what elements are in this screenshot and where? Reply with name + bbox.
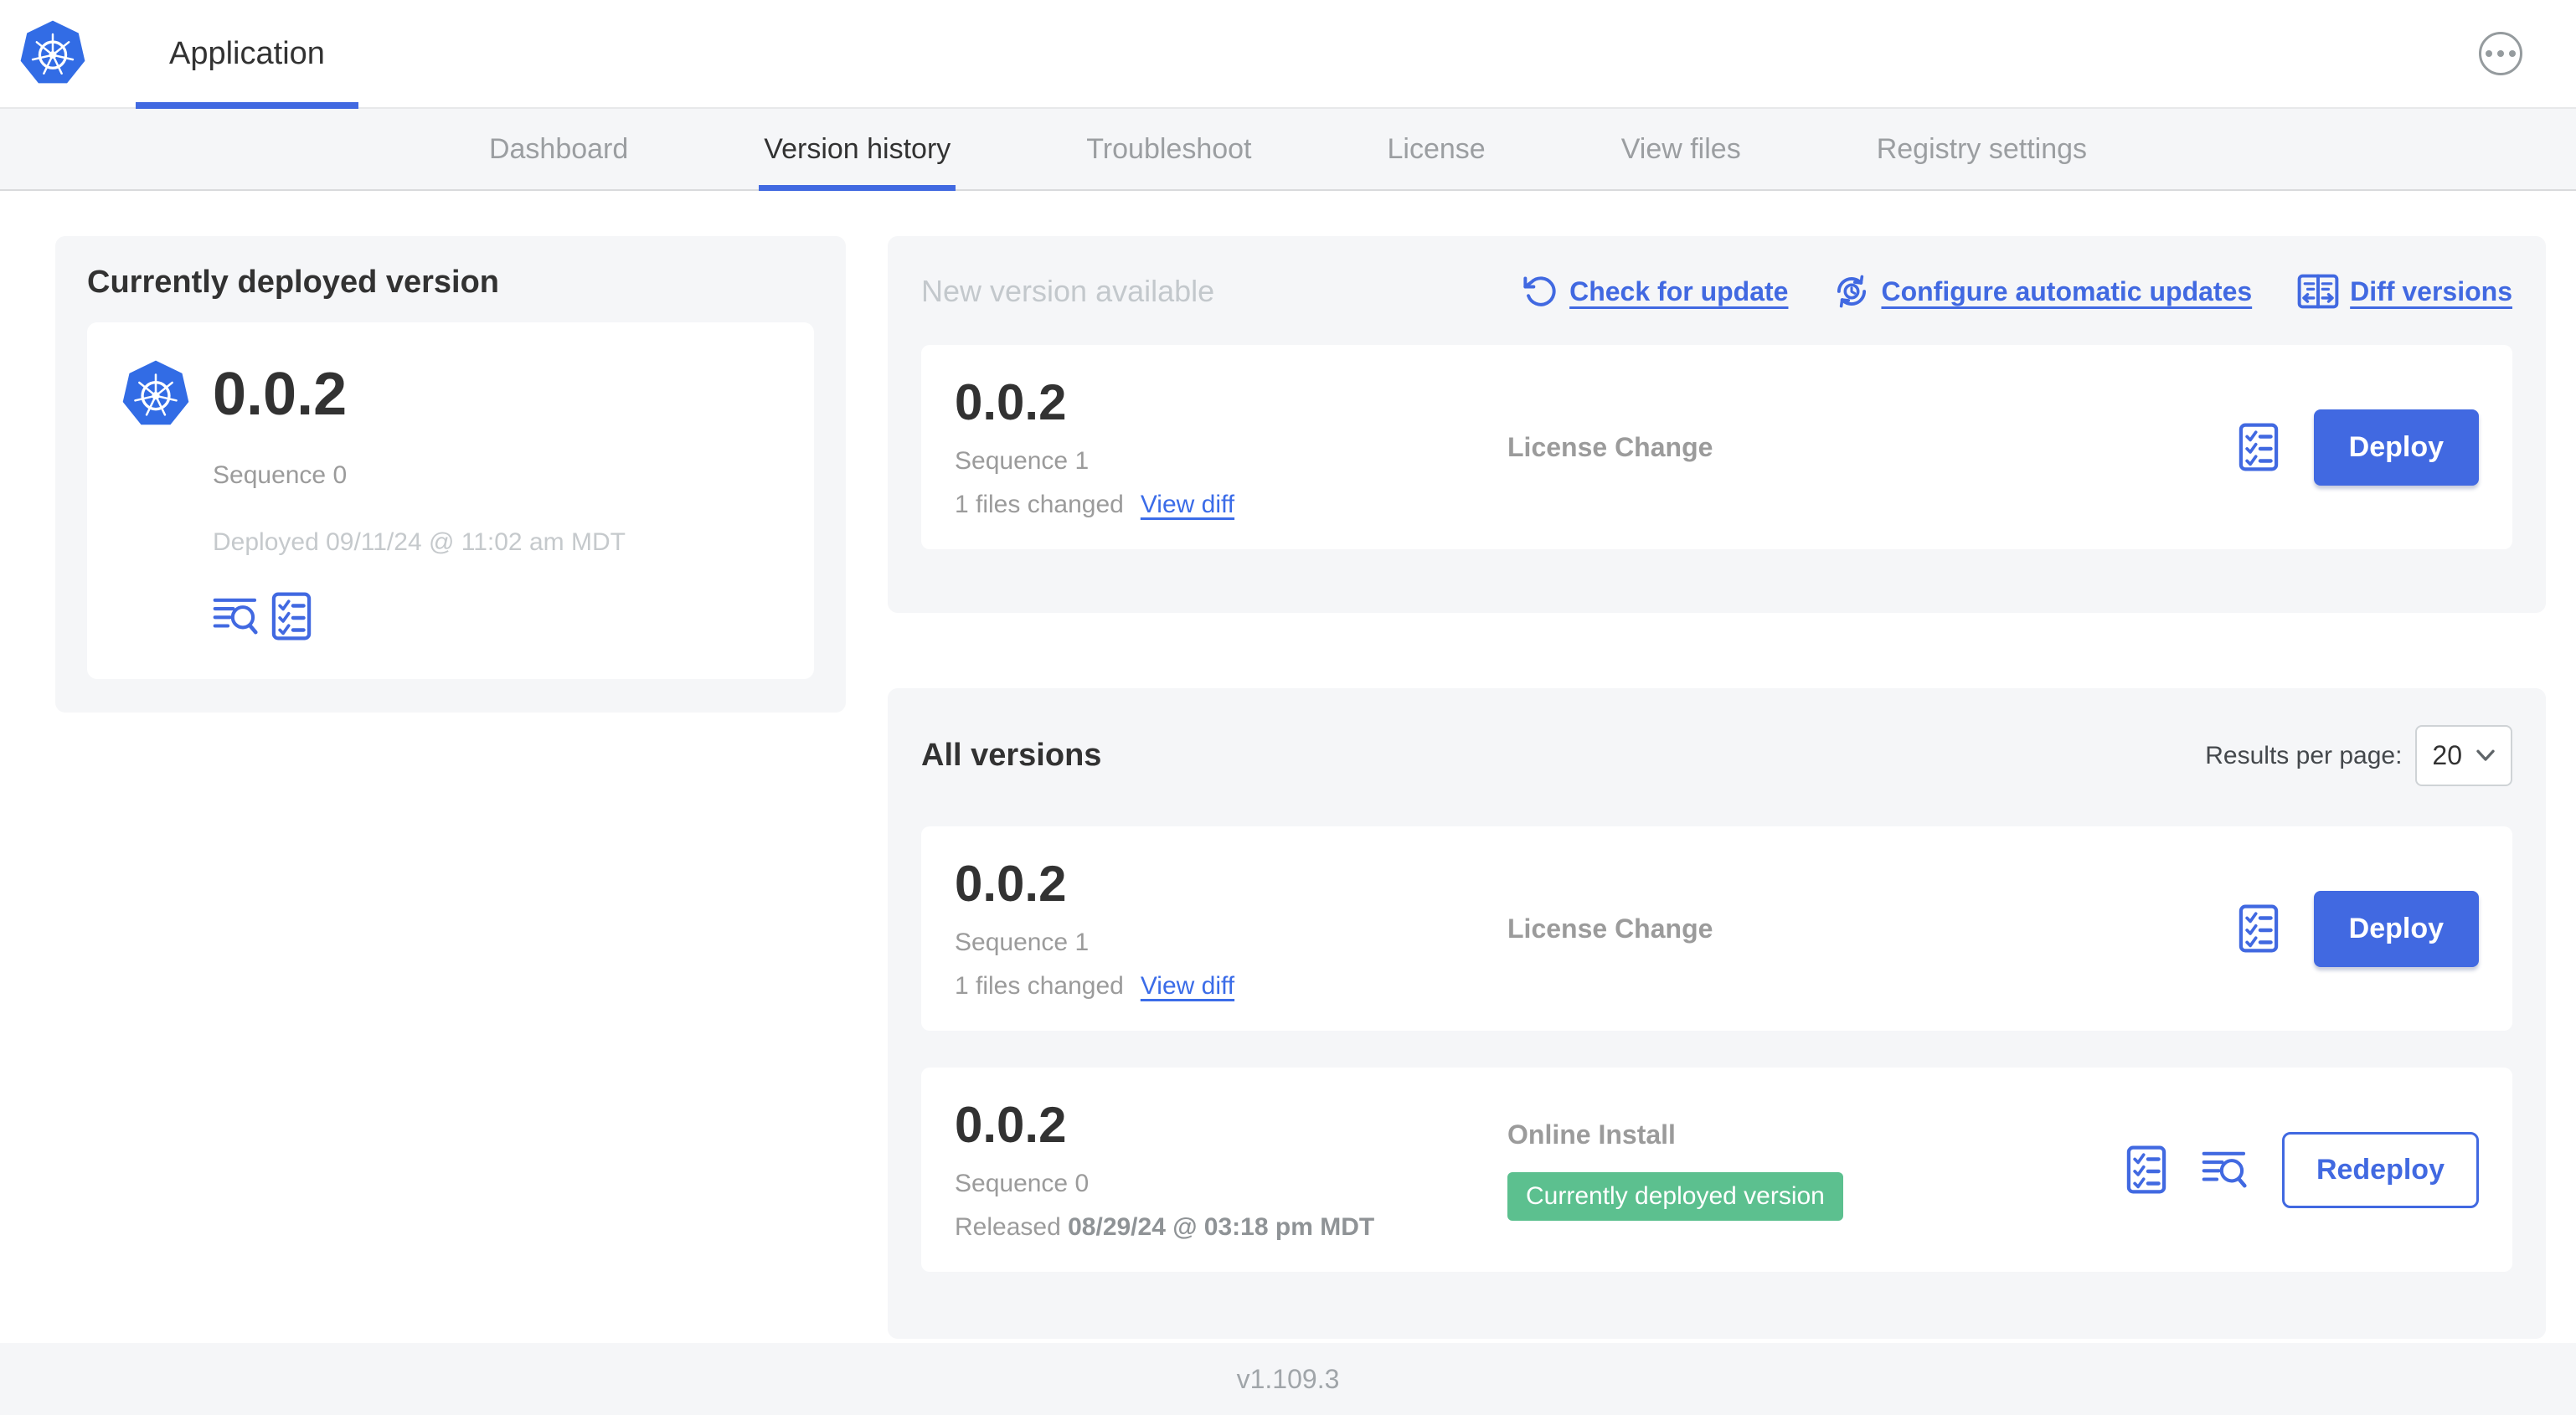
application-tab-label: Application — [169, 35, 325, 71]
view-diff-link[interactable]: View diff — [1141, 491, 1234, 519]
view-logs-button[interactable] — [213, 597, 258, 635]
all-versions-section: All versions Results per page: 20 0.0.2 … — [888, 688, 2546, 1339]
released-prefix: Released — [955, 1213, 1061, 1241]
ellipsis-icon — [2486, 50, 2516, 57]
version-number: 0.0.2 — [955, 856, 1067, 912]
preflight-checks-button[interactable] — [2239, 423, 2279, 471]
sequence-label: Sequence 0 — [955, 1170, 1090, 1197]
tab-dashboard[interactable]: Dashboard — [484, 109, 633, 189]
results-per-page-value: 20 — [2432, 740, 2462, 770]
new-version-row: 0.0.2 Sequence 1 1 files changed View di… — [921, 345, 2512, 549]
new-version-section: New version available Check for update C… — [888, 236, 2546, 613]
deploy-button[interactable]: Deploy — [2313, 409, 2479, 486]
version-source-label: License Change — [1507, 431, 1713, 462]
sequence-label: Sequence 1 — [955, 447, 1090, 475]
results-per-page-select[interactable]: 20 — [2415, 725, 2512, 786]
currently-deployed-badge: Currently deployed version — [1507, 1171, 1843, 1221]
version-row: 0.0.2 Sequence 1 1 files changed View di… — [921, 826, 2512, 1031]
currently-deployed-panel: Currently deployed version 0.0.2 Sequenc… — [55, 236, 846, 713]
currently-deployed-card: 0.0.2 Sequence 0 Deployed 09/11/24 @ 11:… — [87, 322, 814, 679]
logs-icon — [2202, 1150, 2247, 1189]
tab-application[interactable]: Application — [136, 0, 358, 109]
app-subnav: Dashboard Version history Troubleshoot L… — [0, 109, 2576, 191]
diff-versions-label: Diff versions — [2350, 275, 2512, 306]
all-versions-title: All versions — [921, 738, 1102, 773]
tab-version-history[interactable]: Version history — [759, 109, 956, 191]
diff-columns-icon — [2297, 273, 2339, 310]
released-date: 08/29/24 @ 03:18 pm MDT — [1068, 1213, 1375, 1241]
version-row: 0.0.2 Sequence 0 Released 08/29/24 @ 03:… — [921, 1068, 2512, 1272]
deployed-version-number: 0.0.2 — [213, 361, 348, 428]
view-diff-link[interactable]: View diff — [1141, 972, 1234, 1001]
view-logs-button[interactable] — [2202, 1150, 2247, 1189]
deployed-sequence-label: Sequence 0 — [213, 461, 348, 489]
configure-automatic-updates-label: Configure automatic updates — [1881, 275, 2253, 306]
checklist-icon — [2239, 904, 2279, 953]
tab-troubleshoot[interactable]: Troubleshoot — [1081, 109, 1256, 189]
redeploy-button[interactable]: Redeploy — [2281, 1131, 2479, 1208]
files-changed-label: 1 files changed — [955, 491, 1124, 518]
app-footer: v1.109.3 — [0, 1343, 2576, 1415]
configure-automatic-updates-link[interactable]: Configure automatic updates — [1833, 273, 2252, 310]
version-source-label: License Change — [1507, 913, 1713, 944]
checklist-icon — [2239, 423, 2279, 471]
deployed-timestamp: Deployed 09/11/24 @ 11:02 am MDT — [213, 528, 626, 556]
console-version-label: v1.109.3 — [1236, 1363, 1340, 1394]
deploy-button[interactable]: Deploy — [2313, 890, 2479, 967]
files-changed-label: 1 files changed — [955, 972, 1124, 1000]
checklist-icon — [271, 592, 312, 641]
sequence-label: Sequence 1 — [955, 929, 1090, 956]
chevron-down-icon — [2476, 749, 2496, 762]
diff-versions-link[interactable]: Diff versions — [2297, 273, 2512, 310]
kubernetes-app-icon — [121, 358, 191, 431]
preflight-checks-button[interactable] — [271, 592, 312, 641]
logs-icon — [213, 597, 258, 635]
refresh-icon — [1523, 274, 1558, 309]
tab-license[interactable]: License — [1383, 109, 1491, 189]
more-options-button[interactable] — [2479, 32, 2522, 75]
kubernetes-logo-icon — [18, 18, 87, 90]
check-for-update-label: Check for update — [1569, 275, 1789, 306]
check-for-update-link[interactable]: Check for update — [1523, 274, 1788, 309]
tab-registry-settings[interactable]: Registry settings — [1872, 109, 2092, 189]
tab-view-files[interactable]: View files — [1616, 109, 1746, 189]
currently-deployed-title: Currently deployed version — [87, 265, 500, 300]
released-timestamp: Released 08/29/24 @ 03:18 pm MDT — [955, 1213, 1507, 1242]
main-content: Currently deployed version 0.0.2 Sequenc… — [0, 191, 2576, 1343]
app-header: Application — [0, 0, 2576, 109]
version-number: 0.0.2 — [955, 374, 1067, 430]
version-number: 0.0.2 — [955, 1097, 1067, 1153]
checklist-icon — [2126, 1145, 2166, 1194]
preflight-checks-button[interactable] — [2239, 904, 2279, 953]
version-source-label: Online Install — [1507, 1119, 1676, 1150]
clock-refresh-icon — [1833, 273, 1870, 310]
results-per-page-label: Results per page: — [2205, 741, 2403, 769]
preflight-checks-button[interactable] — [2126, 1145, 2166, 1194]
new-version-section-title: New version available — [921, 274, 1215, 308]
